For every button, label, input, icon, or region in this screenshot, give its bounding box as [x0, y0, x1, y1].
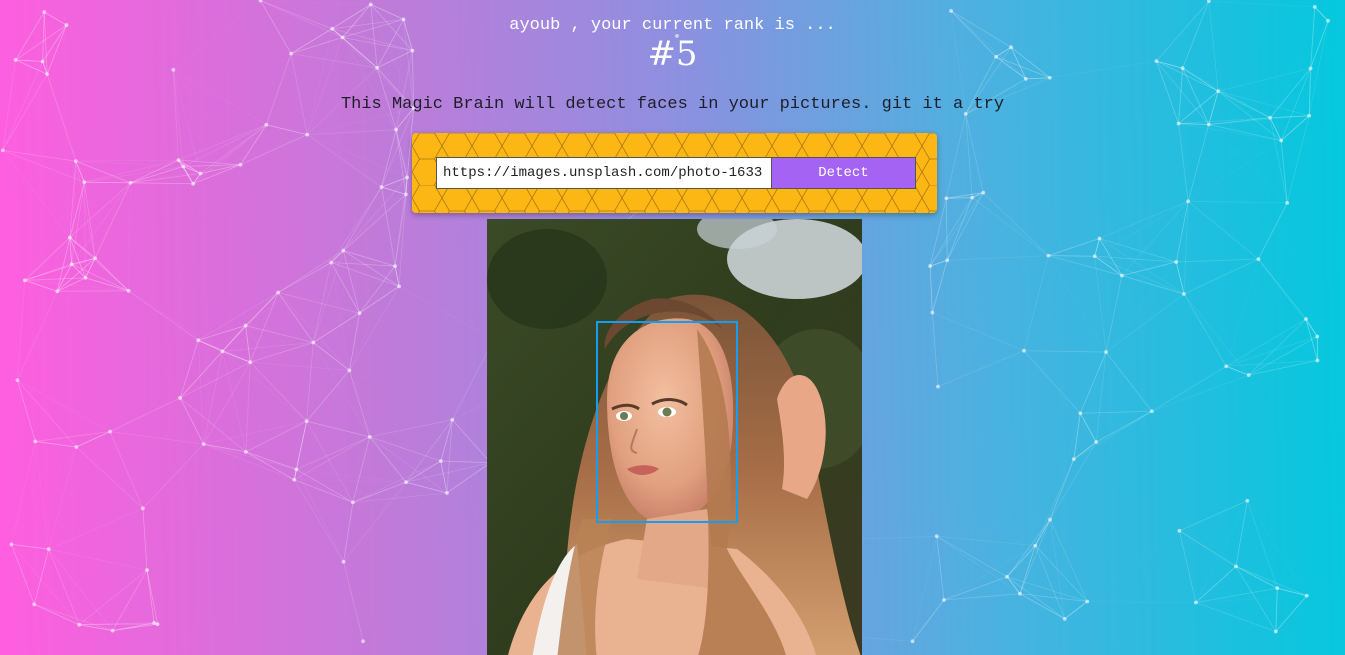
face-bounding-box: [596, 321, 738, 523]
detect-button[interactable]: Detect: [771, 157, 916, 189]
app-tagline: This Magic Brain will detect faces in yo…: [340, 95, 1005, 114]
image-link-form: Detect: [412, 133, 937, 213]
detection-result-image: [487, 219, 862, 655]
rank-value: #5: [647, 34, 698, 74]
image-url-input[interactable]: [436, 157, 772, 189]
rank-greeting: ayoub , your current rank is ...: [509, 16, 836, 35]
